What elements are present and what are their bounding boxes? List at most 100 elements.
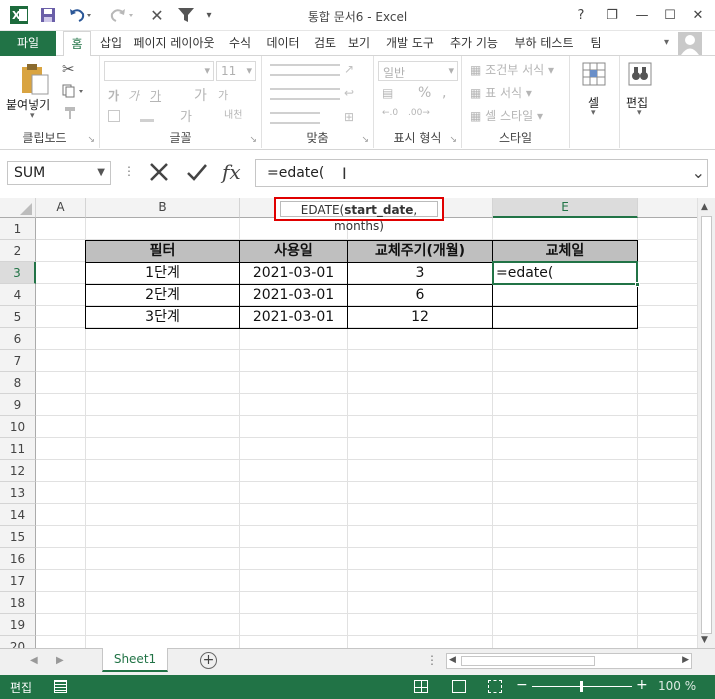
column-header-b[interactable]: B	[86, 198, 240, 218]
align-left-icons[interactable]	[270, 88, 340, 100]
table-cell[interactable]: 3단계	[86, 307, 239, 329]
close-button[interactable]: ✕	[690, 5, 706, 25]
expand-formula-bar-icon[interactable]: ⌄	[692, 160, 705, 186]
decrease-decimal-icon[interactable]: .00→	[408, 108, 430, 118]
collapse-ribbon-icon[interactable]: ▾	[664, 37, 669, 48]
row-header-7[interactable]: 7	[0, 350, 36, 372]
row-header-13[interactable]: 13	[0, 482, 36, 504]
table-cell[interactable]	[493, 307, 637, 329]
cells-icon[interactable]	[582, 62, 606, 89]
scroll-left-icon[interactable]: ◀	[449, 655, 456, 665]
number-dialog-icon[interactable]: ↘	[449, 135, 457, 145]
horizontal-scrollbar[interactable]: ◀ ▶	[446, 653, 692, 669]
merge-icon[interactable]: ⊞	[344, 110, 354, 124]
table-cell[interactable]: 6	[348, 285, 492, 307]
clipboard-dialog-icon[interactable]: ↘	[87, 135, 95, 145]
vertical-scroll-thumb[interactable]	[701, 216, 712, 634]
vertical-scrollbar[interactable]: ▲ ▼	[697, 198, 715, 648]
font-color-button[interactable]: 가	[180, 106, 192, 125]
row-header-9[interactable]: 9	[0, 394, 36, 416]
tab-home[interactable]: 홈	[63, 31, 91, 57]
column-header-a[interactable]: A	[36, 198, 86, 218]
add-sheet-icon[interactable]: +	[200, 652, 217, 669]
bold-button[interactable]: 가	[108, 87, 119, 104]
zoom-slider-thumb[interactable]	[580, 681, 583, 692]
row-header-12[interactable]: 12	[0, 460, 36, 482]
formula-input[interactable]: =edate(I ⌄	[255, 159, 708, 187]
row-header-1[interactable]: 1	[0, 218, 36, 240]
page-break-view-icon[interactable]	[488, 680, 502, 693]
shrink-font-button[interactable]: 가	[218, 87, 228, 103]
enter-formula-icon[interactable]	[186, 161, 208, 186]
cancel-formula-icon[interactable]	[148, 161, 170, 186]
tab-view[interactable]: 보기	[344, 31, 374, 56]
user-avatar-icon[interactable]	[678, 32, 702, 55]
tab-add-ins[interactable]: 추가 기능	[446, 31, 502, 56]
zoom-in-icon[interactable]: +	[636, 677, 648, 693]
alignment-dialog-icon[interactable]: ↘	[361, 135, 369, 145]
table-header-use-date[interactable]: 사용일	[240, 241, 347, 262]
table-cell[interactable]: 12	[348, 307, 492, 329]
tab-developer[interactable]: 개발 도구	[380, 31, 440, 56]
editing-dropdown-icon[interactable]: ▾	[637, 108, 642, 118]
table-cell[interactable]: 3	[348, 263, 492, 285]
table-cell[interactable]: 2021-03-01	[240, 263, 347, 285]
row-header-15[interactable]: 15	[0, 526, 36, 548]
font-name-combo[interactable]: ▾	[104, 61, 214, 81]
align-top-icons[interactable]	[270, 64, 340, 76]
scroll-up-icon[interactable]: ▲	[701, 202, 708, 212]
scroll-down-icon[interactable]: ▼	[701, 635, 708, 645]
column-header-f[interactable]	[638, 198, 697, 218]
row-header-8[interactable]: 8	[0, 372, 36, 394]
help-button[interactable]: ?	[573, 5, 589, 25]
grow-font-button[interactable]: 가	[194, 85, 207, 105]
insert-function-icon[interactable]: fx	[222, 161, 241, 183]
increase-decimal-icon[interactable]: ←.0	[382, 108, 398, 118]
tab-page-layout[interactable]: 페이지 레이아웃	[131, 31, 217, 56]
minimize-button[interactable]: —	[634, 5, 650, 25]
tab-load-test[interactable]: 부하 테스트	[508, 31, 580, 56]
tab-team[interactable]: 팀	[585, 31, 607, 56]
name-box-dropdown-icon[interactable]: ▼	[97, 162, 105, 184]
tab-formulas[interactable]: 수식	[224, 31, 256, 56]
row-header-17[interactable]: 17	[0, 570, 36, 592]
name-box[interactable]: SUM ▼	[7, 161, 111, 185]
currency-icon[interactable]: ▤	[382, 86, 393, 100]
border-icon[interactable]	[108, 110, 120, 122]
scroll-right-icon[interactable]: ▶	[682, 655, 689, 665]
binoculars-icon[interactable]	[628, 62, 652, 89]
cut-icon[interactable]: ✂	[62, 60, 75, 78]
ribbon-display-button[interactable]: ❐	[604, 5, 620, 25]
wrap-text-icon[interactable]: ↩	[344, 86, 354, 100]
orientation-icon[interactable]: ↗	[344, 62, 354, 76]
prev-sheet-icon[interactable]: ◀	[30, 655, 38, 666]
conditional-formatting-button[interactable]: ▦ 조건부 서식 ▾	[470, 61, 554, 78]
maximize-button[interactable]: ☐	[662, 5, 678, 25]
sheet-tab-sheet1[interactable]: Sheet1	[102, 648, 168, 672]
select-all-corner[interactable]	[0, 198, 36, 218]
table-cell[interactable]: 2021-03-01	[240, 307, 347, 329]
tab-split-grip-icon[interactable]: ⋮	[426, 653, 438, 667]
page-layout-view-icon[interactable]	[452, 680, 466, 693]
underline-button[interactable]: 가	[150, 87, 161, 104]
number-format-combo[interactable]: 일반 ▾	[378, 61, 458, 81]
row-header-20[interactable]: 20	[0, 636, 36, 648]
table-cell[interactable]: 1단계	[86, 263, 239, 285]
table-cell[interactable]	[493, 285, 637, 307]
row-header-14[interactable]: 14	[0, 504, 36, 526]
tab-insert[interactable]: 삽입	[96, 31, 126, 56]
percent-button[interactable]: %	[418, 85, 431, 101]
row-header-3[interactable]: 3	[0, 262, 36, 284]
indent-icons[interactable]	[270, 112, 320, 124]
row-header-6[interactable]: 6	[0, 328, 36, 350]
tab-data[interactable]: 데이터	[262, 31, 304, 56]
copy-icon[interactable]	[62, 84, 84, 101]
table-cell[interactable]: 2단계	[86, 285, 239, 307]
paste-dropdown-icon[interactable]: ▾	[30, 111, 35, 121]
row-header-11[interactable]: 11	[0, 438, 36, 460]
row-header-2[interactable]: 2	[0, 240, 36, 262]
macro-record-icon[interactable]	[54, 680, 67, 693]
normal-view-icon[interactable]	[414, 680, 428, 693]
paste-icon[interactable]	[20, 62, 50, 96]
paste-button-label[interactable]: 붙여넣기	[6, 96, 50, 113]
